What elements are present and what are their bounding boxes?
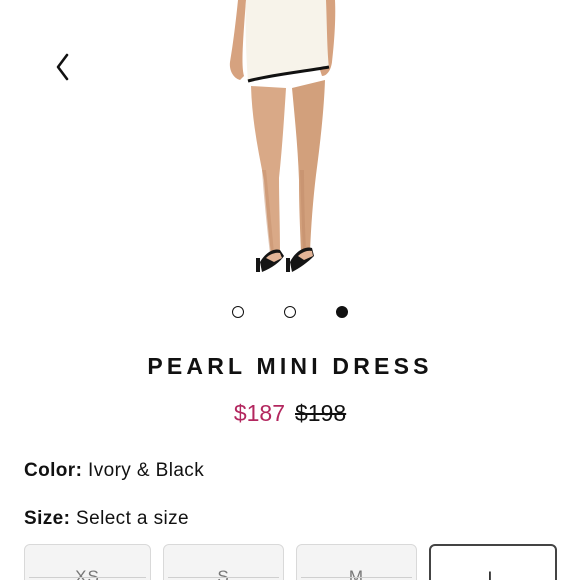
color-label: Color: (24, 460, 83, 481)
size-option-l[interactable]: L (429, 544, 557, 580)
gallery-dot-1[interactable] (232, 306, 244, 318)
price-row: $187 $198 (0, 400, 580, 427)
size-info: Size: Select a size (24, 508, 189, 530)
dress-photo (229, 0, 336, 272)
size-option-label: M (348, 567, 365, 580)
original-price: $198 (295, 400, 347, 426)
back-button[interactable] (48, 50, 78, 84)
gallery-dot-3-active[interactable] (336, 306, 348, 318)
size-option-m[interactable]: M (296, 544, 417, 580)
gallery-dot-2[interactable] (284, 306, 296, 318)
color-value: Ivory & Black (88, 460, 205, 481)
size-value: Select a size (76, 508, 189, 529)
gallery-pagination (0, 306, 580, 320)
size-option-xs[interactable]: XS (24, 544, 151, 580)
size-option-label: XS (75, 567, 100, 580)
color-info: Color: Ivory & Black (24, 460, 204, 482)
size-option-label: S (217, 567, 230, 580)
size-label: Size: (24, 508, 71, 529)
product-image[interactable] (200, 0, 380, 290)
size-option-s[interactable]: S (163, 544, 284, 580)
size-option-label: L (487, 568, 499, 580)
chevron-left-icon (56, 53, 69, 81)
sale-price: $187 (233, 400, 285, 426)
product-title: PEARL MINI DRESS (147, 353, 433, 379)
